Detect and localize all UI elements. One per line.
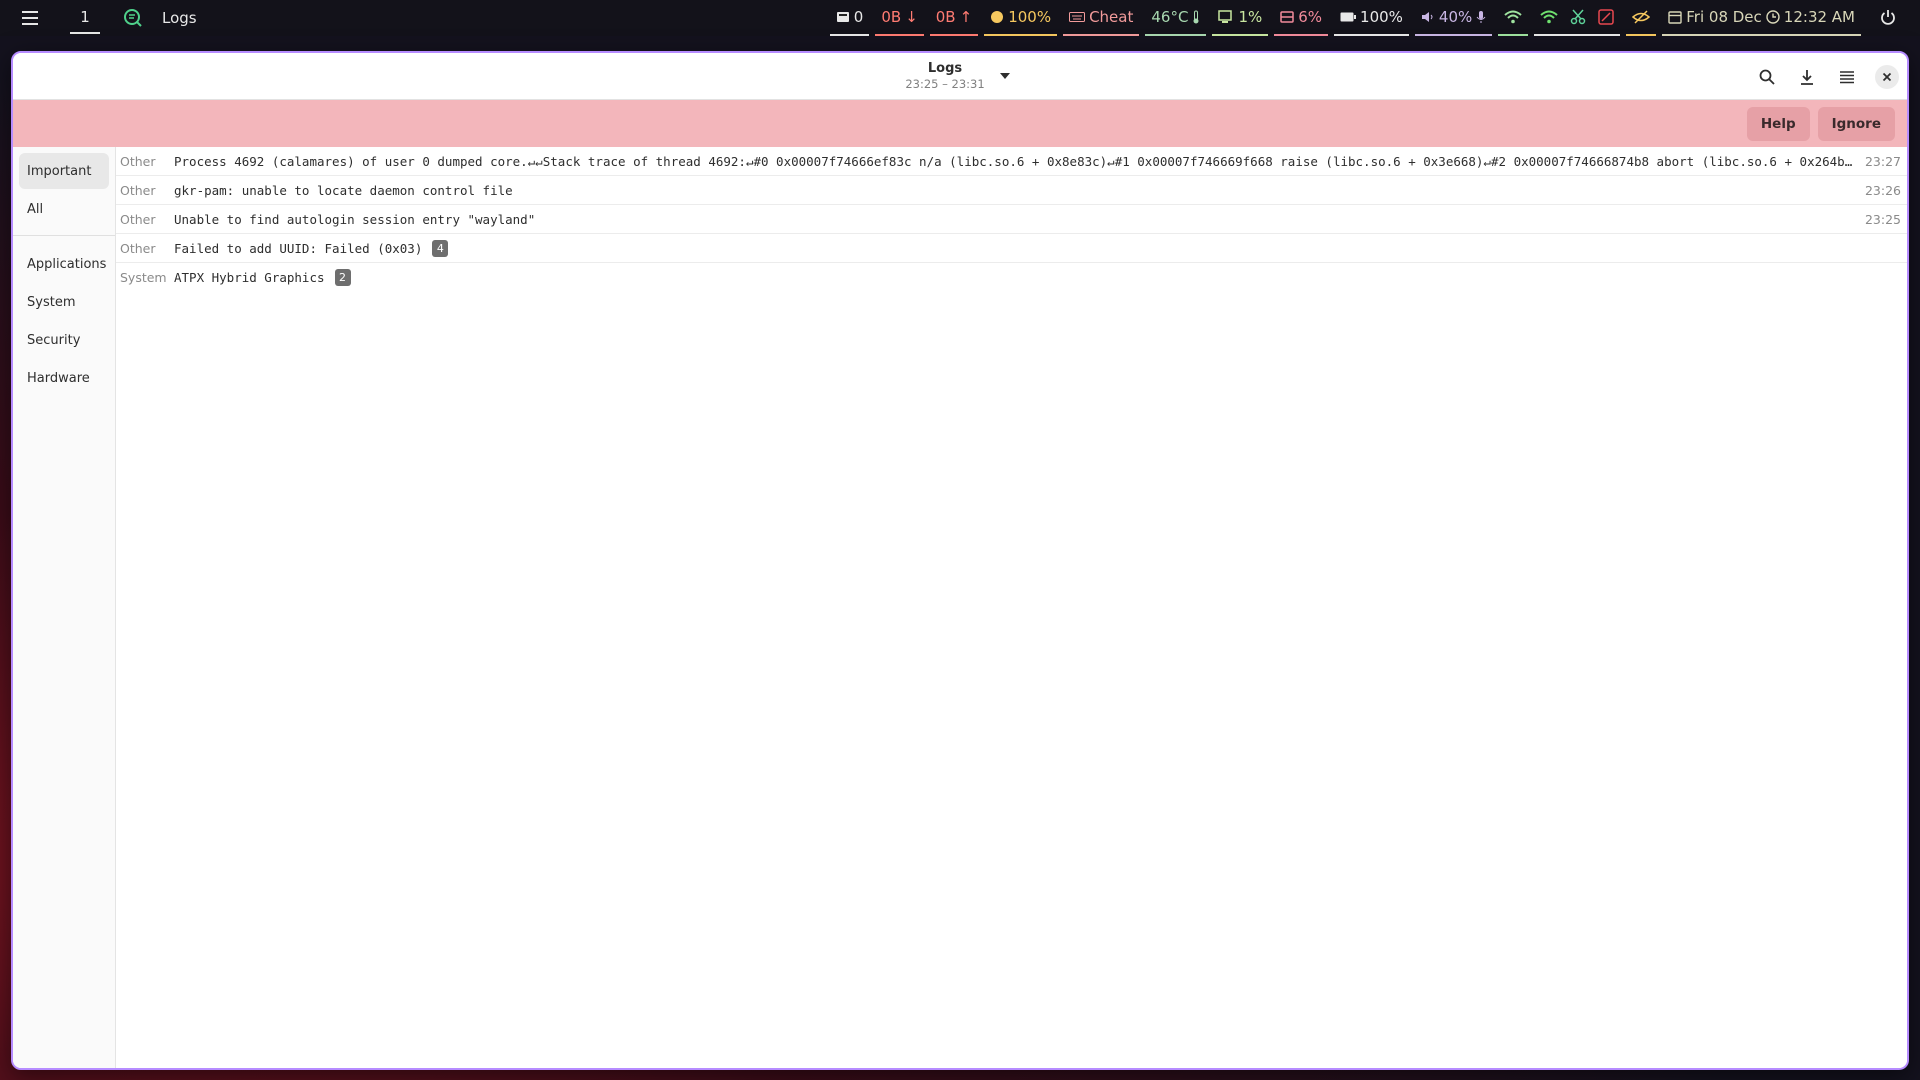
log-category: Other <box>120 153 156 169</box>
log-row[interactable]: Other Failed to add UUID: Failed (0x03) … <box>116 234 1907 263</box>
keyboard-icon <box>1069 12 1086 22</box>
log-time: 23:27 <box>1864 153 1901 169</box>
calendar-icon <box>1668 11 1682 24</box>
workspace-indicator[interactable]: 1 <box>70 2 100 34</box>
disk-icon <box>1280 11 1294 23</box>
sidebar-divider <box>13 235 115 236</box>
sidebar-item-system[interactable]: System <box>19 284 109 320</box>
sidebar-item-security[interactable]: Security <box>19 322 109 358</box>
arrow-down-icon: ↓ <box>905 8 918 26</box>
log-row[interactable]: Other Process 4692 (calamares) of user 0… <box>116 147 1907 176</box>
sidebar-item-applications[interactable]: Applications <box>19 246 109 282</box>
clock-icon <box>1766 10 1780 24</box>
title-dropdown[interactable]: Logs 23:25 – 23:31 <box>905 61 1014 91</box>
info-bar: Help Ignore <box>13 100 1907 147</box>
net-down-value: 0B <box>881 8 902 26</box>
export-button[interactable] <box>1791 61 1823 93</box>
speaker-icon <box>1421 12 1433 22</box>
battery-icon <box>1340 12 1357 22</box>
main-menu-button[interactable] <box>1831 61 1863 93</box>
network-up-module[interactable]: 0B ↑ <box>929 0 979 36</box>
help-button[interactable]: Help <box>1746 106 1810 141</box>
notifications-module[interactable]: 0 <box>829 0 870 36</box>
wifi-module[interactable] <box>1498 0 1529 36</box>
log-event-list: Other Process 4692 (calamares) of user 0… <box>116 147 1907 1068</box>
log-category: Other <box>120 182 156 198</box>
volume-module[interactable]: 40% <box>1414 0 1493 36</box>
privacy-module[interactable] <box>1626 0 1657 36</box>
battery-value: 100% <box>1360 8 1403 26</box>
repeat-count-badge: 4 <box>432 239 449 257</box>
tray-module[interactable] <box>1534 0 1621 36</box>
sidebar-item-all[interactable]: All <box>19 191 109 227</box>
app-menu-icon[interactable] <box>22 11 50 25</box>
battery-module[interactable]: 100% <box>1334 0 1409 36</box>
log-category: Other <box>120 211 156 227</box>
clock-module[interactable]: Fri 08 Dec 12:32 AM <box>1662 0 1861 36</box>
search-button[interactable] <box>1751 61 1783 93</box>
close-button[interactable] <box>1875 64 1899 89</box>
log-category: Other <box>120 240 156 256</box>
log-time: 23:25 <box>1864 211 1901 227</box>
thermometer-icon <box>1193 10 1199 24</box>
logs-window: Logs 23:25 – 23:31 Help Ignore Important… <box>11 51 1909 1070</box>
cpu-value: 1% <box>1238 8 1263 26</box>
keyboard-label: Cheat <box>1089 8 1134 26</box>
notifications-count: 0 <box>853 8 864 26</box>
hamburger-icon <box>1840 70 1854 83</box>
cpu-module[interactable]: 1% <box>1212 0 1269 36</box>
log-message: Unable to find autologin session entry "… <box>174 211 536 227</box>
close-icon <box>1882 72 1892 81</box>
keyboard-module[interactable]: Cheat <box>1063 0 1140 36</box>
power-module[interactable] <box>1874 0 1902 36</box>
window-subtitle: 23:25 – 23:31 <box>905 77 985 91</box>
disk-value: 6% <box>1298 8 1323 26</box>
sidebar-item-hardware[interactable]: Hardware <box>19 360 109 396</box>
log-message: gkr-pam: unable to locate daemon control… <box>174 182 513 198</box>
power-icon <box>1881 10 1895 25</box>
scissors-icon[interactable] <box>1570 9 1586 25</box>
temperature-module[interactable]: 46°C <box>1145 0 1207 36</box>
header-bar: Logs 23:25 – 23:31 <box>13 53 1907 100</box>
log-message: Process 4692 (calamares) of user 0 dumpe… <box>174 153 1855 169</box>
sidebar-item-important[interactable]: Important <box>19 153 109 189</box>
disk-module[interactable]: 6% <box>1274 0 1329 36</box>
log-row[interactable]: Other Unable to find autologin session e… <box>116 205 1907 234</box>
log-row[interactable]: Other gkr-pam: unable to locate daemon c… <box>116 176 1907 205</box>
ignore-button[interactable]: Ignore <box>1817 106 1895 141</box>
cpu-icon <box>1218 10 1233 23</box>
brightness-module[interactable]: 100% <box>984 0 1058 36</box>
log-row[interactable]: System ATPX Hybrid Graphics 2 <box>116 263 1907 292</box>
wifi-icon <box>1504 10 1522 24</box>
top-panel: 1 Logs 0 0B ↓ 0B ↑ 100% Cheat 46°C 1% 6%… <box>0 0 1920 36</box>
wifi-tray-icon[interactable] <box>1540 10 1558 24</box>
network-down-module[interactable]: 0B ↓ <box>875 0 924 36</box>
brightness-value: 100% <box>1008 8 1052 26</box>
brightness-icon <box>991 11 1004 23</box>
search-icon <box>1759 69 1775 85</box>
eye-slash-icon <box>1632 10 1651 24</box>
microphone-icon <box>1476 11 1486 23</box>
net-up-value: 0B <box>935 8 956 26</box>
volume-value: 40% <box>1438 8 1473 26</box>
log-message: ATPX Hybrid Graphics <box>174 270 325 285</box>
active-window-title: Logs <box>162 9 197 27</box>
log-category: System <box>120 270 167 285</box>
window-title: Logs <box>927 61 963 76</box>
logs-app-icon <box>122 7 144 29</box>
inbox-icon <box>836 12 849 22</box>
arrow-up-icon: ↑ <box>959 8 973 26</box>
sidebar: Important All Applications System Securi… <box>13 147 116 1068</box>
date-value: Fri 08 Dec <box>1686 8 1762 26</box>
time-value: 12:32 AM <box>1783 8 1855 26</box>
chevron-down-icon[interactable] <box>995 66 1015 86</box>
log-time: 23:26 <box>1864 182 1901 198</box>
download-icon <box>1801 69 1813 85</box>
temperature-value: 46°C <box>1151 8 1189 26</box>
repeat-count-badge: 2 <box>334 269 351 286</box>
log-message: Failed to add UUID: Failed (0x03) <box>174 240 423 256</box>
pdf-tray-icon[interactable] <box>1598 9 1615 25</box>
